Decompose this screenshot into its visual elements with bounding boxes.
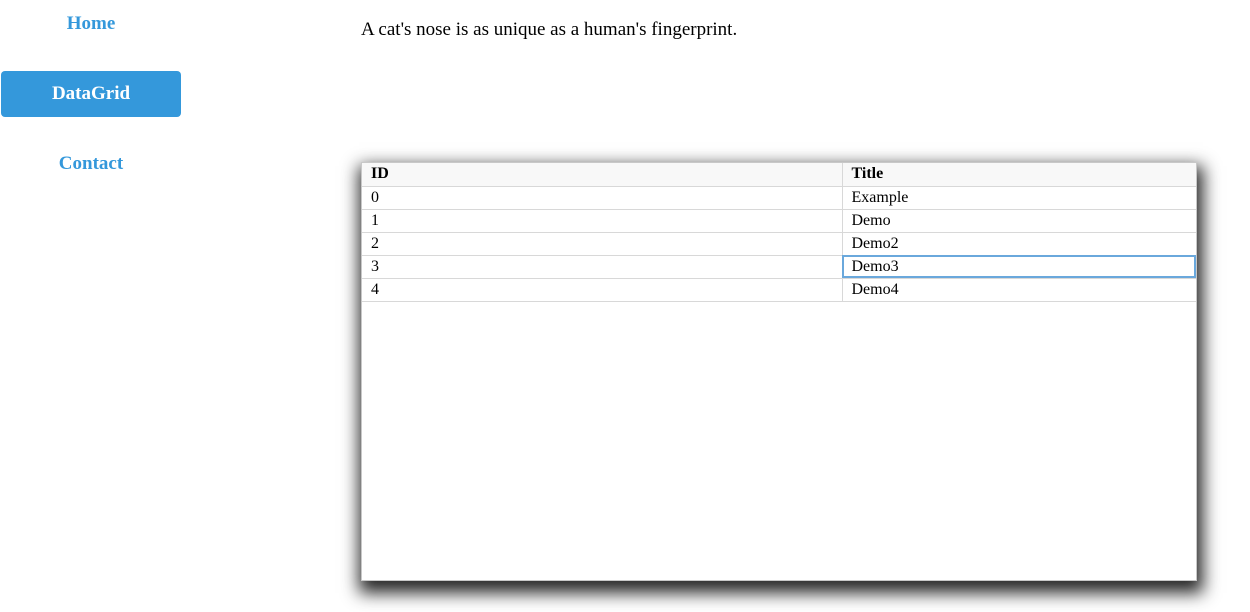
app-root: Home DataGrid Contact A cat's nose is as… — [0, 0, 1250, 612]
cell-title[interactable]: Demo2 — [842, 232, 1196, 256]
cat-fact-text: A cat's nose is as unique as a human's f… — [361, 19, 738, 40]
data-grid-table: ID Title 0 Example 1 Demo 2 Demo2 3 Demo… — [362, 163, 1196, 302]
cell-title[interactable]: Demo — [842, 209, 1196, 233]
cell-title-selected[interactable]: Demo3 — [842, 255, 1196, 279]
grid-header-row: ID Title — [362, 163, 1196, 187]
table-row: 1 Demo — [362, 209, 1196, 233]
cell-id[interactable]: 2 — [362, 232, 843, 256]
cell-id[interactable]: 0 — [362, 186, 843, 210]
nav-datagrid-link[interactable]: DataGrid — [1, 71, 181, 117]
cell-id[interactable]: 3 — [362, 255, 843, 279]
table-row: 4 Demo4 — [362, 278, 1196, 302]
cell-title[interactable]: Example — [842, 186, 1196, 210]
column-header-title[interactable]: Title — [842, 163, 1196, 187]
table-row: 3 Demo3 — [362, 255, 1196, 279]
data-grid: ID Title 0 Example 1 Demo 2 Demo2 3 Demo… — [361, 162, 1197, 581]
nav-home-link[interactable]: Home — [1, 1, 181, 47]
sidebar-nav: Home DataGrid Contact — [0, 0, 182, 612]
cell-id[interactable]: 4 — [362, 278, 843, 302]
cell-id[interactable]: 1 — [362, 209, 843, 233]
table-row: 2 Demo2 — [362, 232, 1196, 256]
cell-title[interactable]: Demo4 — [842, 278, 1196, 302]
column-header-id[interactable]: ID — [362, 163, 843, 187]
nav-contact-link[interactable]: Contact — [1, 141, 181, 187]
table-row: 0 Example — [362, 186, 1196, 210]
